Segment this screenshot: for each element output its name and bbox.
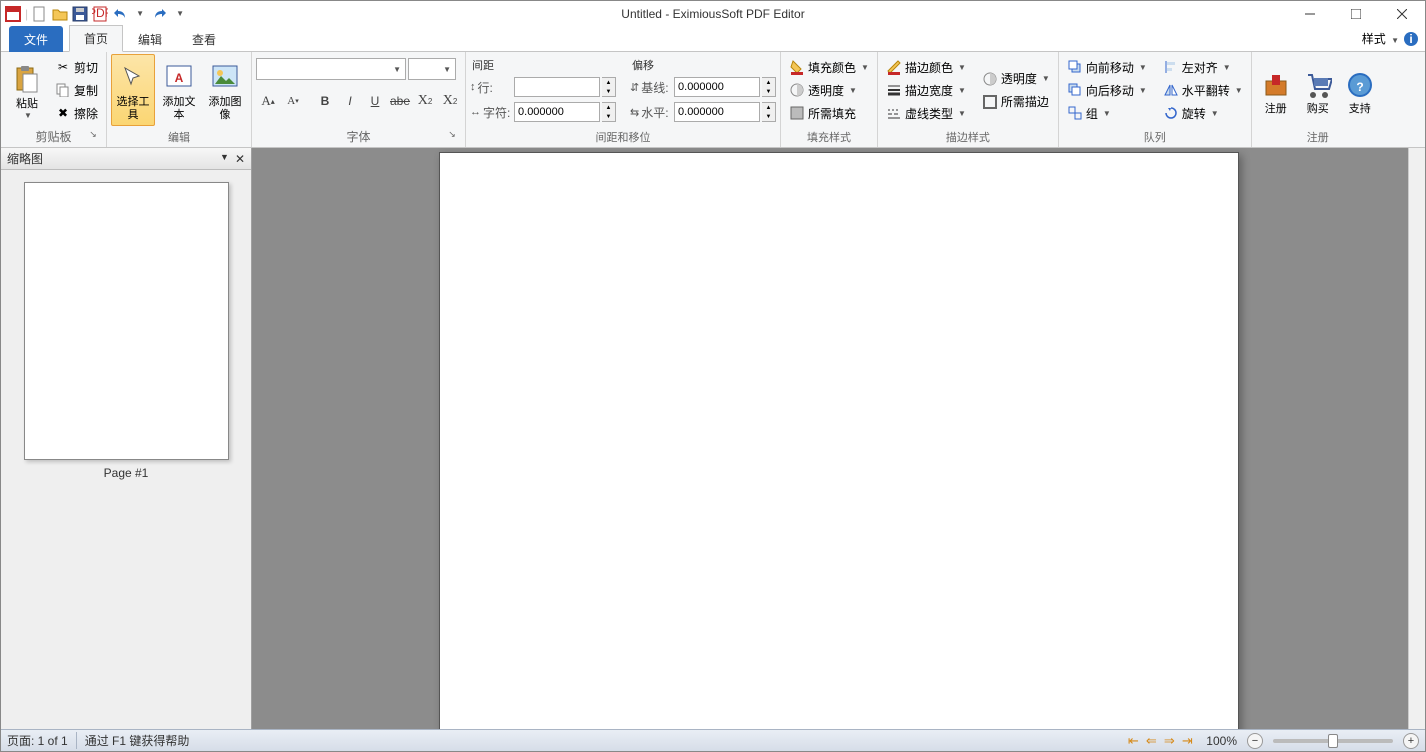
quick-access-toolbar: | PDF ▼ ▼ Untitled - EximiousSoft PDF Ed… [1, 1, 1425, 26]
shrink-font-button[interactable]: A▾ [281, 90, 305, 112]
style-dropdown[interactable]: 样式 ▼ [1362, 30, 1399, 47]
help-icon[interactable]: i [1403, 31, 1419, 47]
strike-button[interactable]: abe [388, 90, 412, 112]
thumbnail-label: Page #1 [13, 466, 239, 480]
add-image-button[interactable]: 添加图像 [203, 54, 247, 126]
copy-button[interactable]: 复制 [51, 79, 102, 101]
buy-button[interactable]: 购买 [1298, 54, 1338, 126]
paste-button[interactable]: 粘贴 ▼ [5, 54, 49, 126]
subscript-button[interactable]: X2 [438, 90, 462, 112]
tab-view[interactable]: 查看 [177, 26, 231, 52]
tab-file[interactable]: 文件 [9, 26, 63, 52]
qat-dropdown-icon[interactable]: ▼ [172, 6, 188, 22]
horizontal-field[interactable]: ⇆ 水平:▲▼ [630, 101, 776, 123]
flip-horizontal-button[interactable]: 水平翻转▼ [1159, 79, 1247, 101]
panel-close-icon[interactable]: ✕ [235, 152, 245, 166]
open-icon[interactable] [52, 6, 68, 22]
minimize-button[interactable] [1287, 1, 1333, 26]
register-button[interactable]: 注册 [1256, 54, 1296, 126]
font-launcher[interactable]: ↘ [445, 128, 459, 142]
document-page[interactable] [439, 152, 1239, 729]
save-icon[interactable] [72, 6, 88, 22]
thumbnails-title: 缩略图 [7, 150, 43, 167]
zoom-slider[interactable] [1273, 739, 1393, 743]
svg-text:?: ? [1356, 80, 1363, 94]
stroke-width-button[interactable]: 描边宽度▼ [882, 79, 970, 101]
italic-button[interactable]: I [338, 90, 362, 112]
font-size-combo[interactable]: ▼ [408, 58, 456, 80]
panel-dropdown-icon[interactable]: ▼ [220, 152, 229, 166]
prev-page-button[interactable]: ⇐ [1142, 733, 1160, 749]
fill-opacity-button[interactable]: 透明度▼ [785, 79, 873, 101]
canvas-area[interactable] [252, 148, 1425, 729]
next-page-button[interactable]: ⇒ [1160, 733, 1178, 749]
underline-button[interactable]: U [363, 90, 387, 112]
svg-text:i: i [1409, 32, 1412, 46]
stroke-color-button[interactable]: 描边颜色▼ [882, 56, 970, 78]
ribbon-tabbar: 文件 首页 编辑 查看 样式 ▼ i [1, 26, 1425, 52]
vertical-scrollbar[interactable] [1408, 148, 1425, 729]
status-page: 页面: 1 of 1 [7, 732, 77, 749]
undo-icon[interactable] [112, 6, 128, 22]
send-backward-button[interactable]: 向后移动▼ [1063, 79, 1151, 101]
close-button[interactable] [1379, 1, 1425, 26]
font-family-combo[interactable]: ▼ [256, 58, 406, 80]
qat-dropdown-icon[interactable]: ▼ [132, 6, 148, 22]
stroke-dash-button[interactable]: 虚线类型▼ [882, 102, 970, 124]
rotate-button[interactable]: 旋转▼ [1159, 102, 1247, 124]
char-spacing-field[interactable]: ↔ 字符:▲▼ [470, 101, 616, 123]
tab-home[interactable]: 首页 [69, 25, 123, 52]
thumbnail-page-1[interactable] [24, 182, 229, 460]
group-font: ▼ ▼ A▴ A▾ B I U abe X2 X2 字体↘ [252, 52, 466, 147]
first-page-button[interactable]: ⇤ [1124, 733, 1142, 749]
grow-font-button[interactable]: A▴ [256, 90, 280, 112]
svg-text:PDF: PDF [92, 6, 108, 20]
erase-button[interactable]: ✖擦除 [51, 102, 102, 124]
ribbon: 粘贴 ▼ ✂剪切 复制 ✖擦除 剪贴板↘ 选择工具 A 添加文本 添加图像 [1, 52, 1425, 148]
line-spacing-field[interactable]: ↕ 行:▲▼ [470, 76, 616, 98]
thumbnails-panel: 缩略图 ▼ ✕ Page #1 [1, 148, 252, 729]
zoom-in-button[interactable]: + [1403, 733, 1419, 749]
group-clipboard: 粘贴 ▼ ✂剪切 复制 ✖擦除 剪贴板↘ [1, 52, 107, 147]
redo-icon[interactable] [152, 6, 168, 22]
app-icon [5, 6, 21, 22]
svg-text:A: A [175, 71, 184, 85]
cut-button[interactable]: ✂剪切 [51, 56, 102, 78]
support-button[interactable]: ? 支持 [1340, 54, 1380, 126]
window-title: Untitled - EximiousSoft PDF Editor [621, 7, 804, 21]
fill-color-button[interactable]: 填充颜色▼ [785, 56, 873, 78]
bring-forward-button[interactable]: 向前移动▼ [1063, 56, 1151, 78]
group-arrange: 向前移动▼ 向后移动▼ 组▼ 左对齐▼ 水平翻转▼ 旋转▼ 队列 [1059, 52, 1252, 147]
new-icon[interactable] [32, 6, 48, 22]
workspace: 缩略图 ▼ ✕ Page #1 [1, 148, 1425, 729]
group-spacing: 间距 ↕ 行:▲▼ ↔ 字符:▲▼ 偏移 ⇵ 基线:▲▼ ⇆ 水平:▲▼ 间距和… [466, 52, 781, 147]
maximize-button[interactable] [1333, 1, 1379, 26]
last-page-button[interactable]: ⇥ [1178, 733, 1196, 749]
fill-required-button[interactable]: 所需填充 [785, 102, 873, 124]
group-edit: 选择工具 A 添加文本 添加图像 编辑 [107, 52, 252, 147]
add-text-button[interactable]: A 添加文本 [157, 54, 201, 126]
zoom-out-button[interactable]: − [1247, 733, 1263, 749]
group-fill: 填充颜色▼ 透明度▼ 所需填充 填充样式 [781, 52, 878, 147]
group-button[interactable]: 组▼ [1063, 102, 1151, 124]
zoom-value: 100% [1206, 734, 1237, 748]
status-bar: 页面: 1 of 1 通过 F1 键获得帮助 ⇤ ⇐ ⇒ ⇥ 100% − + [1, 729, 1425, 751]
baseline-field[interactable]: ⇵ 基线:▲▼ [630, 76, 776, 98]
stroke-all-button[interactable]: 所需描边 [978, 91, 1054, 113]
pdf-icon[interactable]: PDF [92, 6, 108, 22]
stroke-opacity-button[interactable]: 透明度▼ [978, 68, 1054, 90]
clipboard-launcher[interactable]: ↘ [86, 128, 100, 142]
group-stroke: 描边颜色▼ 描边宽度▼ 虚线类型▼ 透明度▼ 所需描边 描边样式 [878, 52, 1059, 147]
group-register: 注册 购买 ? 支持 注册 [1252, 52, 1384, 147]
bold-button[interactable]: B [313, 90, 337, 112]
align-left-button[interactable]: 左对齐▼ [1159, 56, 1247, 78]
superscript-button[interactable]: X2 [413, 90, 437, 112]
select-tool-button[interactable]: 选择工具 [111, 54, 155, 126]
tab-edit[interactable]: 编辑 [123, 26, 177, 52]
status-help: 通过 F1 键获得帮助 [85, 732, 198, 749]
